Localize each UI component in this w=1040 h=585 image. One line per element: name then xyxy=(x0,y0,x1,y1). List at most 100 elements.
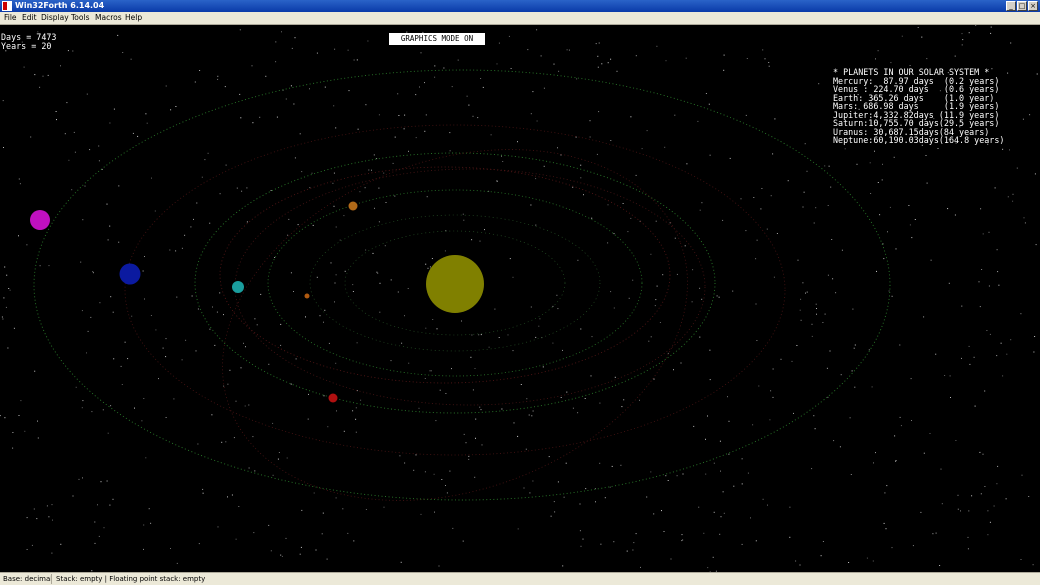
menu-edit[interactable]: Edit xyxy=(22,12,37,24)
star xyxy=(60,543,62,545)
star xyxy=(227,383,229,385)
star xyxy=(461,320,462,322)
star xyxy=(613,307,615,309)
star xyxy=(376,271,378,273)
star xyxy=(3,297,5,299)
close-icon[interactable]: × xyxy=(1028,1,1038,11)
star xyxy=(288,218,290,220)
star xyxy=(909,224,911,226)
menu-file[interactable]: File xyxy=(4,12,17,24)
star xyxy=(640,566,641,568)
star xyxy=(565,462,567,464)
star xyxy=(982,233,984,235)
star xyxy=(113,358,115,360)
star xyxy=(791,360,793,362)
menu-tools[interactable]: Tools xyxy=(71,12,89,24)
star xyxy=(875,452,876,454)
star xyxy=(113,108,115,110)
star xyxy=(682,539,684,541)
star xyxy=(883,522,885,524)
star xyxy=(1007,196,1009,198)
star xyxy=(377,272,379,274)
graphics-viewport[interactable]: Days = 7473 Years = 20 GRAPHICS MODE ON … xyxy=(0,25,1040,572)
star xyxy=(762,49,764,51)
star xyxy=(613,541,615,543)
star xyxy=(254,470,256,472)
star xyxy=(471,239,473,241)
star xyxy=(755,540,757,542)
star xyxy=(415,94,417,96)
star xyxy=(75,386,77,388)
star xyxy=(219,292,221,294)
star xyxy=(650,336,652,338)
star xyxy=(542,366,544,368)
star xyxy=(979,306,981,308)
menu-help[interactable]: Help xyxy=(125,12,142,24)
star xyxy=(81,310,83,312)
star xyxy=(967,536,969,538)
star xyxy=(194,81,196,83)
star xyxy=(745,230,747,232)
star xyxy=(917,27,919,28)
star xyxy=(883,258,885,260)
star xyxy=(663,531,665,532)
star xyxy=(324,86,326,88)
star xyxy=(118,241,120,243)
star xyxy=(56,119,57,121)
star xyxy=(248,404,250,406)
star xyxy=(772,368,774,370)
star xyxy=(299,553,301,555)
star xyxy=(620,464,622,466)
star xyxy=(441,479,443,480)
star xyxy=(420,52,422,54)
star xyxy=(632,279,634,281)
star xyxy=(117,34,119,36)
star xyxy=(109,504,111,506)
star xyxy=(990,26,992,28)
star xyxy=(72,495,74,497)
maximize-icon[interactable]: □ xyxy=(1017,1,1027,11)
star xyxy=(674,237,676,239)
star xyxy=(767,504,768,506)
star xyxy=(397,93,399,95)
planet-saturn xyxy=(30,210,50,230)
star xyxy=(425,114,427,116)
star xyxy=(253,532,255,534)
legend-row: Neptune:60,190.03days(164.8 years) xyxy=(833,135,1005,145)
star xyxy=(540,55,542,57)
star xyxy=(415,454,417,456)
star xyxy=(231,494,233,496)
star xyxy=(2,100,4,102)
status-divider xyxy=(51,574,52,584)
star xyxy=(881,179,883,181)
star xyxy=(170,109,172,111)
star xyxy=(173,398,175,400)
star xyxy=(827,396,829,398)
star xyxy=(270,190,272,191)
menu-macros[interactable]: Macros xyxy=(95,12,122,24)
star xyxy=(217,78,219,80)
star xyxy=(479,240,481,242)
minimize-icon[interactable]: _ xyxy=(1006,1,1016,11)
star xyxy=(815,207,817,209)
star xyxy=(889,206,891,208)
star xyxy=(404,114,406,116)
star xyxy=(758,385,760,387)
star xyxy=(34,74,36,76)
star xyxy=(144,256,145,257)
star xyxy=(484,229,485,231)
star xyxy=(165,356,167,358)
star xyxy=(989,333,991,335)
app-icon[interactable] xyxy=(2,1,12,11)
star xyxy=(150,315,152,316)
star xyxy=(480,78,482,79)
star xyxy=(923,316,925,318)
star xyxy=(774,118,776,120)
star xyxy=(424,378,426,379)
star xyxy=(426,196,428,198)
star xyxy=(526,398,528,400)
star xyxy=(705,438,706,440)
star xyxy=(408,362,410,364)
menu-display[interactable]: Display xyxy=(41,12,69,24)
star xyxy=(313,492,315,494)
